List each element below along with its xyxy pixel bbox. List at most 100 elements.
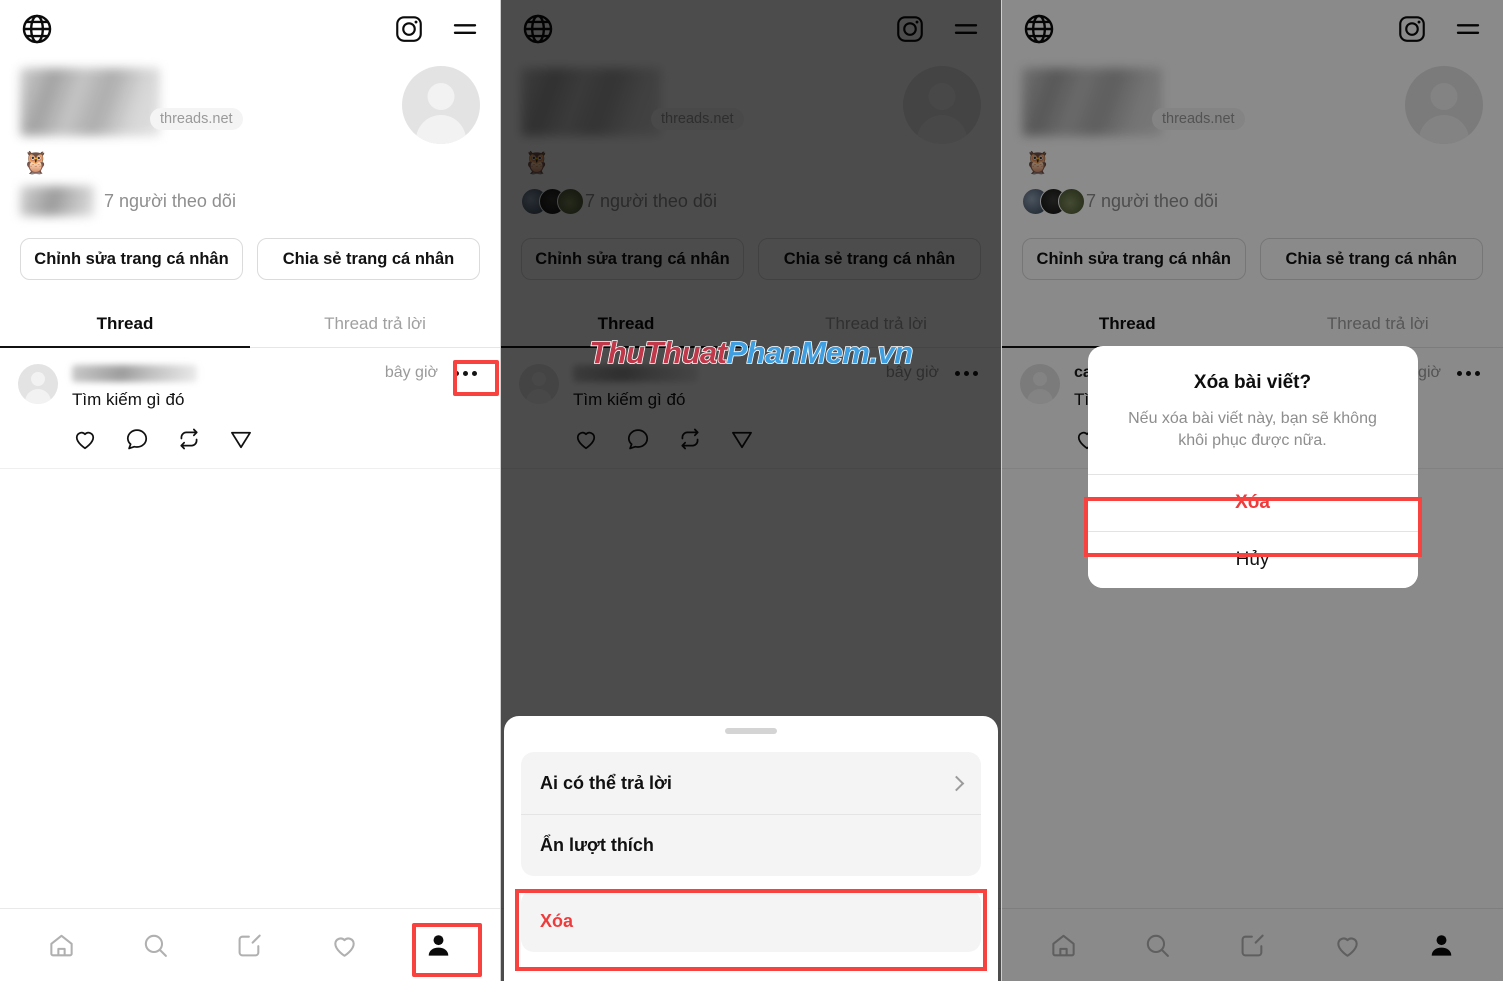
delete-confirmation-dialog: Xóa bài viết? Nếu xóa bài viết này, bạn … — [1087, 346, 1418, 589]
profile-actions: Chỉnh sửa trang cá nhân Chia sẻ trang cá… — [0, 216, 500, 280]
comment-icon[interactable] — [124, 426, 150, 452]
followers-row[interactable]: 7 người theo dõi — [1022, 186, 1483, 216]
post-author-avatar[interactable] — [18, 364, 58, 404]
post-options-bottom-sheet: Ai có thể trả lời Ẩn lượt thích Xóa — [504, 716, 998, 981]
post-more-options-button[interactable] — [949, 361, 983, 385]
nav-activity[interactable] — [313, 920, 375, 970]
followers-count-label: 7 người theo dõi — [585, 190, 717, 211]
tab-thread[interactable]: Thread — [0, 302, 250, 348]
profile-tabs: Thread Thread trả lời — [1002, 302, 1503, 348]
profile-actions: Chỉnh sửa trang cá nhân Chia sẻ trang cá… — [1002, 216, 1503, 280]
profile-header: threads.net 🦉 7 người theo dõi — [1002, 58, 1503, 216]
globe-icon[interactable] — [1022, 12, 1056, 46]
followers-row[interactable]: 7 người theo dõi — [20, 186, 480, 216]
profile-icon — [428, 934, 449, 956]
nav-compose[interactable] — [1221, 920, 1283, 970]
edit-profile-button[interactable]: Chỉnh sửa trang cá nhân — [1022, 238, 1246, 280]
post-author-avatar[interactable] — [1020, 364, 1060, 404]
follower-avatar — [557, 187, 584, 215]
activity-heart-icon — [334, 937, 355, 957]
tab-thread-replies[interactable]: Thread trả lời — [250, 302, 500, 347]
post-more-options-button[interactable] — [448, 361, 482, 385]
search-icon — [144, 934, 167, 957]
nav-search[interactable] — [125, 920, 187, 970]
follower-avatar — [1058, 187, 1085, 215]
post-more-options-button[interactable] — [1451, 361, 1485, 385]
profile-actions: Chỉnh sửa trang cá nhân Chia sẻ trang cá… — [501, 216, 1001, 280]
three-panel-tutorial-screenshot: threads.net 🦉 7 người theo dõi Chỉnh sửa… — [0, 0, 1503, 981]
instagram-icon[interactable] — [1397, 14, 1427, 44]
share-profile-button[interactable]: Chia sẻ trang cá nhân — [758, 238, 981, 280]
sheet-item-hide-likes[interactable]: Ẩn lượt thích — [521, 814, 981, 876]
follower-avatar-stack — [521, 187, 584, 215]
heart-icon[interactable] — [72, 426, 98, 452]
post-item: bây giờ Tìm kiếm gì đó — [0, 348, 500, 469]
sheet-item-label: Ai có thể trả lời — [540, 772, 672, 793]
profile-avatar[interactable] — [402, 66, 480, 144]
bio-emoji: 🦉 — [1024, 150, 1052, 175]
followers-row[interactable]: 7 người theo dõi — [521, 186, 981, 216]
send-icon[interactable] — [228, 426, 254, 452]
dialog-confirm-delete-button[interactable]: Xóa — [1087, 474, 1418, 532]
nav-compose[interactable] — [219, 920, 281, 970]
dialog-cancel-button[interactable]: Hủy — [1087, 531, 1418, 589]
post-text: Tìm kiếm gì đó — [573, 390, 686, 409]
sheet-item-who-can-reply[interactable]: Ai có thể trả lời — [521, 752, 981, 814]
post-timestamp: bây giờ — [885, 364, 939, 381]
sheet-item-label: Ẩn lượt thích — [540, 835, 654, 855]
globe-icon[interactable] — [20, 12, 54, 46]
repost-icon[interactable] — [176, 426, 202, 452]
tab-thread-replies[interactable]: Thread trả lời — [1253, 302, 1503, 347]
send-icon[interactable] — [729, 426, 755, 452]
blurred-display-name — [1022, 68, 1162, 136]
profile-icon — [1431, 934, 1452, 956]
home-icon — [50, 934, 73, 956]
nav-profile[interactable] — [408, 920, 470, 970]
compose-icon — [1241, 934, 1264, 956]
tab-thread[interactable]: Thread — [501, 302, 751, 348]
sheet-item-delete[interactable]: Xóa — [521, 890, 981, 952]
hamburger-menu-icon[interactable] — [450, 14, 480, 44]
share-profile-button[interactable]: Chia sẻ trang cá nhân — [257, 238, 480, 280]
activity-heart-icon — [1336, 937, 1358, 957]
share-profile-button[interactable]: Chia sẻ trang cá nhân — [1259, 238, 1483, 280]
profile-avatar[interactable] — [903, 66, 981, 144]
compose-icon — [239, 934, 262, 956]
sheet-grabber-handle[interactable] — [725, 728, 777, 734]
nav-home[interactable] — [1032, 920, 1094, 970]
sheet-options-group: Ai có thể trả lời Ẩn lượt thích — [521, 752, 981, 876]
chevron-right-icon — [948, 775, 965, 791]
tab-thread-replies[interactable]: Thread trả lời — [751, 302, 1001, 347]
handle-chip: threads.net — [1152, 108, 1245, 130]
tab-thread[interactable]: Thread — [1002, 302, 1253, 348]
nav-search[interactable] — [1127, 920, 1189, 970]
post-action-icons — [72, 426, 482, 452]
profile-header: threads.net 🦉 7 người theo dõi — [0, 58, 500, 216]
post-text: Tìm kiếm gì đó — [72, 390, 185, 409]
hamburger-menu-icon[interactable] — [1453, 14, 1483, 44]
post-action-icons — [573, 426, 983, 452]
post-author-avatar[interactable] — [519, 364, 559, 404]
bottom-navigation — [1002, 908, 1503, 981]
follower-avatar-stack — [1022, 187, 1085, 215]
blurred-follower-avatars — [20, 186, 94, 216]
instagram-icon[interactable] — [895, 14, 925, 44]
panel-delete-confirm-dialog: threads.net 🦉 7 người theo dõi Chỉnh sửa… — [1002, 0, 1503, 981]
instagram-icon[interactable] — [394, 14, 424, 44]
repost-icon[interactable] — [677, 426, 703, 452]
nav-profile[interactable] — [1411, 920, 1473, 970]
profile-avatar[interactable] — [1405, 66, 1483, 144]
comment-icon[interactable] — [625, 426, 651, 452]
profile-header: threads.net 🦉 7 người theo dõi — [501, 58, 1001, 216]
hamburger-menu-icon[interactable] — [951, 14, 981, 44]
followers-count-label: 7 người theo dõi — [104, 190, 236, 211]
globe-icon[interactable] — [521, 12, 555, 46]
nav-home[interactable] — [30, 920, 92, 970]
blurred-display-name — [521, 68, 661, 136]
dialog-title: Xóa bài viết? — [1193, 372, 1312, 393]
edit-profile-button[interactable]: Chỉnh sửa trang cá nhân — [20, 238, 243, 280]
nav-activity[interactable] — [1316, 920, 1378, 970]
heart-icon[interactable] — [573, 426, 599, 452]
profile-tabs: Thread Thread trả lời — [0, 302, 500, 348]
edit-profile-button[interactable]: Chỉnh sửa trang cá nhân — [521, 238, 744, 280]
